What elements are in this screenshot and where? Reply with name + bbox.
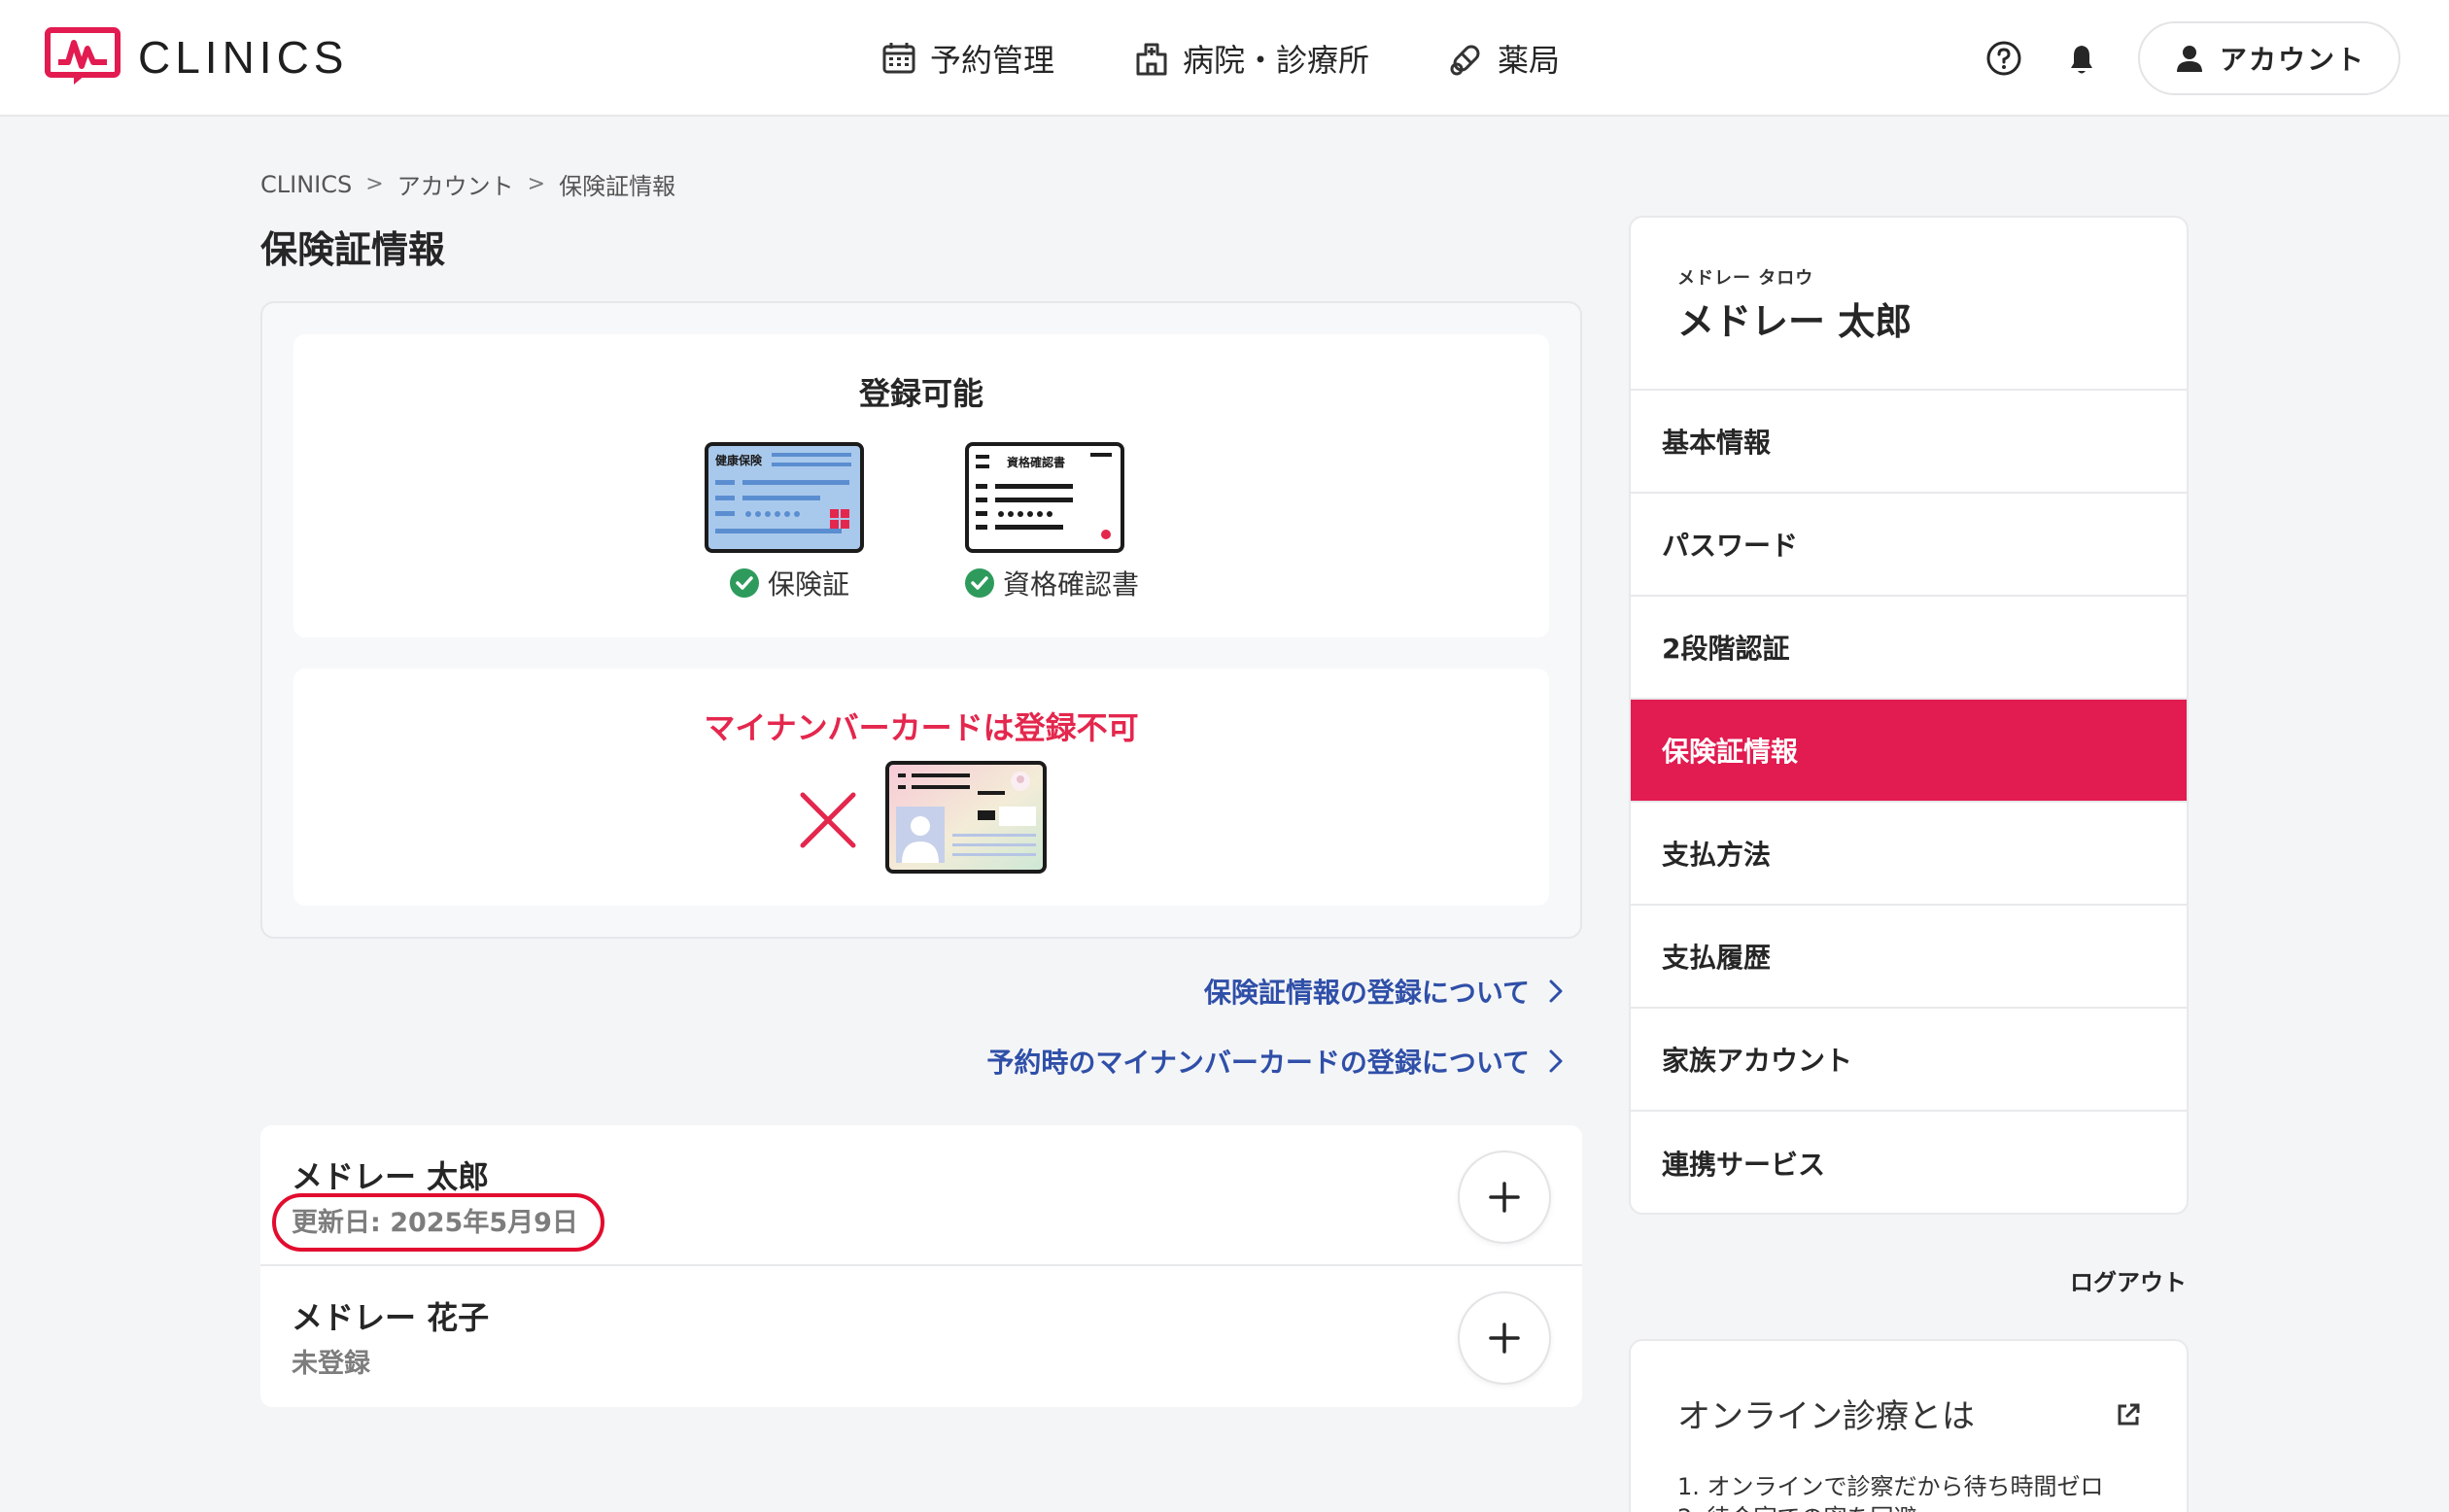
chevron-right-icon <box>1549 979 1563 1003</box>
help-icon <box>1986 41 2021 76</box>
clinics-logo-icon <box>45 27 121 85</box>
header-actions: アカウント <box>1983 21 2400 95</box>
breadcrumb-current: 保険証情報 <box>559 173 676 200</box>
insurance-registration-help-link-text: 保険証情報の登録について <box>1203 977 1530 1009</box>
sidebar-item-payment-history[interactable]: 支払履歴 <box>1631 906 2187 1009</box>
chevron-right-icon: > <box>527 172 546 196</box>
plus-icon <box>1489 1323 1520 1354</box>
not-registrable-heading: マイナンバーカードは登録不可 <box>704 709 1139 746</box>
bell-icon <box>2070 46 2092 74</box>
breadcrumb: CLINICS > アカウント > 保険証情報 <box>260 167 675 201</box>
chevron-right-icon <box>1549 1049 1563 1073</box>
online-consultation-title: オンライン診療とは <box>1677 1397 1975 1436</box>
sidebar-item-password[interactable]: パスワード <box>1631 494 2187 597</box>
my-number-registration-help-link[interactable]: 予約時のマイナンバーカードの登録について <box>986 1042 1567 1081</box>
qualification-certificate-label: 資格確認書 <box>964 564 1139 602</box>
check-circle-icon <box>730 568 759 598</box>
breadcrumb-account[interactable]: アカウント <box>397 167 514 201</box>
calendar-icon <box>882 43 915 74</box>
main-nav: 予約管理 病院・診療所 薬局 <box>880 33 1638 84</box>
member-name: メドレー 太郎 <box>292 1158 490 1195</box>
qualification-certificate-illustration: 資格確認書 <box>964 441 1125 558</box>
sidebar-item-insurance[interactable]: 保険証情報 <box>1631 700 2187 803</box>
insurance-card-label: 保険証 <box>729 564 849 602</box>
nav-reservations-label: 予約管理 <box>930 42 1055 79</box>
nav-hospitals[interactable]: 病院・診療所 <box>1132 33 1369 84</box>
profile-kana: メドレー タロウ <box>1677 268 1814 289</box>
add-insurance-button[interactable] <box>1458 1291 1551 1385</box>
insurance-card-illustration: 健康保険 <box>704 441 865 558</box>
clinics-logo[interactable]: CLINICS <box>45 27 348 87</box>
insurance-info-panel: 登録可能 健康保険 保険証 資格確認書 資格確認書 マイナンバーカードは登録不可 <box>260 301 1582 939</box>
add-insurance-button[interactable] <box>1458 1151 1551 1244</box>
chevron-right-icon: > <box>365 172 384 196</box>
nav-reservations[interactable]: 予約管理 <box>880 33 1054 84</box>
list-item: メドレー 花子 未登録 <box>260 1266 1582 1407</box>
sidebar-item-family-account[interactable]: 家族アカウント <box>1631 1009 2187 1112</box>
profile-name: メドレー 太郎 <box>1677 300 1913 343</box>
page-title: 保険証情報 <box>260 228 446 271</box>
nav-pharmacy[interactable]: 薬局 <box>1447 33 1560 84</box>
online-consultation-point: 1. オンラインで診察だから待ち時間ゼロ <box>1677 1473 2104 1500</box>
registrable-heading: 登録可能 <box>858 375 983 412</box>
nav-hospitals-label: 病院・診療所 <box>1183 42 1370 79</box>
member-name: メドレー 花子 <box>292 1299 490 1336</box>
sidebar-item-linked-services[interactable]: 連携サービス <box>1631 1112 2187 1213</box>
pill-icon <box>1450 45 1480 76</box>
qualification-certificate-text: 資格確認書 <box>1007 455 1065 469</box>
account-side-menu: メドレー タロウ メドレー 太郎 基本情報 パスワード 2段階認証 保険証情報 … <box>1629 216 2189 1215</box>
sidebar-item-two-factor[interactable]: 2段階認証 <box>1631 597 2187 700</box>
top-header: CLINICS 予約管理 病院・診療所 薬局 アカウント <box>0 0 2449 117</box>
breadcrumb-home[interactable]: CLINICS <box>260 171 352 198</box>
qualification-certificate-label-text: 資格確認書 <box>1003 568 1140 601</box>
notifications-button[interactable] <box>2060 37 2103 80</box>
check-circle-icon <box>965 568 994 598</box>
online-consultation-point: 2. 待合室での密を回避 <box>1677 1498 1917 1512</box>
hospital-icon <box>1136 43 1167 76</box>
online-consultation-card: オンライン診療とは 1. オンラインで診察だから待ち時間ゼロ 2. 待合室での密… <box>1629 1339 2189 1512</box>
registrable-card: 登録可能 健康保険 保険証 資格確認書 資格確認書 <box>293 334 1549 637</box>
not-registrable-card: マイナンバーカードは登録不可 <box>293 669 1549 906</box>
brand-name: CLINICS <box>138 32 349 83</box>
insurance-card-label-text: 保険証 <box>768 568 850 601</box>
help-button[interactable] <box>1983 37 2025 80</box>
member-insurance-list: メドレー 太郎 更新日: 2025年5月9日 メドレー 花子 未登録 <box>260 1125 1582 1407</box>
profile-header: メドレー タロウ メドレー 太郎 <box>1631 218 2187 391</box>
insurance-card-text: 健康保険 <box>715 453 763 467</box>
member-status: 未登録 <box>292 1349 370 1379</box>
my-number-registration-help-link-text: 予約時のマイナンバーカードの登録について <box>986 1047 1530 1079</box>
my-number-card-illustration <box>885 761 1047 874</box>
sidebar-item-basic-info[interactable]: 基本情報 <box>1631 391 2187 494</box>
insurance-registration-help-link[interactable]: 保険証情報の登録について <box>1204 972 1567 1011</box>
user-icon <box>2176 46 2202 72</box>
list-item: メドレー 太郎 更新日: 2025年5月9日 <box>260 1125 1582 1266</box>
account-button-label: アカウント <box>2219 44 2365 76</box>
nav-pharmacy-label: 薬局 <box>1498 42 1561 79</box>
plus-icon <box>1489 1182 1520 1213</box>
cross-icon <box>800 792 856 848</box>
sidebar-item-payment-method[interactable]: 支払方法 <box>1631 803 2187 906</box>
account-button[interactable]: アカウント <box>2137 21 2400 95</box>
external-link-icon[interactable] <box>2115 1401 2142 1428</box>
logout-link[interactable]: ログアウト <box>2070 1263 2187 1297</box>
member-status: 更新日: 2025年5月9日 <box>292 1208 578 1238</box>
